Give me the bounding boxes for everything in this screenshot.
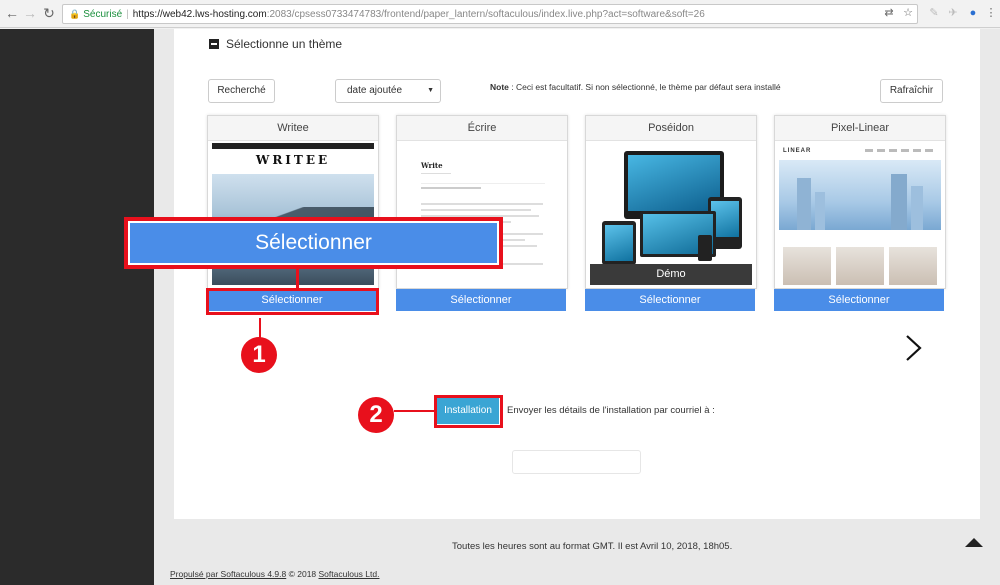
url-host: https://web42.lws-hosting.com	[132, 9, 267, 20]
footer-time: Toutes les heures sont au format GMT. Il…	[452, 541, 733, 552]
address-separator: |	[126, 9, 129, 20]
preview-logo: LINEAR	[783, 148, 812, 154]
install-button[interactable]: Installation	[437, 398, 499, 424]
email-label: Envoyer les détails de l'installation pa…	[507, 405, 715, 416]
preview-logo: Write	[421, 161, 443, 170]
preview-hero-image	[779, 160, 941, 230]
back-icon[interactable]: ←	[4, 5, 20, 21]
theme-card-title: Poséidon	[586, 116, 756, 141]
preview-nav	[421, 183, 545, 184]
preview-phone	[698, 235, 712, 261]
theme-preview-poseidon: Démo	[590, 143, 752, 285]
theme-card-poseidon[interactable]: Poséidon Démo	[585, 115, 757, 289]
theme-card-title: Écrire	[397, 116, 567, 141]
annotation-arrow-2	[394, 410, 434, 412]
url-path: :2083/cpsess0733474783/frontend/paper_la…	[266, 9, 705, 20]
annotation-connector	[296, 268, 299, 289]
annotation-callout-label: Sélectionner	[130, 223, 497, 263]
preview-building	[815, 192, 825, 230]
step-2-badge: 2	[358, 397, 394, 433]
theme-preview-pixel-linear: LINEAR	[779, 143, 941, 285]
refresh-button[interactable]: Rafraîchir	[880, 79, 943, 103]
collapse-icon	[209, 39, 219, 49]
reload-icon[interactable]: ↻	[41, 5, 57, 21]
extension-icon[interactable]: ✎	[927, 6, 941, 20]
preview-tablet	[602, 221, 636, 265]
forward-icon[interactable]: →	[22, 5, 38, 21]
preview-line	[421, 209, 531, 211]
select-ecrire-button[interactable]: Sélectionner	[396, 289, 566, 311]
address-bar[interactable]: 🔒 Sécurisé | https://web42.lws-hosting.com:…	[62, 4, 918, 24]
theme-card-title: Pixel-Linear	[775, 116, 945, 141]
softaculous-version-link[interactable]: Propulsé par Softaculous 4.9.8	[170, 569, 286, 579]
demo-link[interactable]: Démo	[590, 264, 752, 285]
note-body: : Ceci est facultatif. Si non sélectionn…	[508, 82, 781, 92]
email-field[interactable]	[512, 450, 641, 474]
preview-line	[421, 173, 451, 174]
preview-photo	[836, 247, 884, 285]
preview-logo: WRITEE	[255, 153, 331, 167]
search-button[interactable]: Recherché	[208, 79, 275, 103]
browser-toolbar: ← → ↻ 🔒 Sécurisé | https://web42.lws-hostin…	[0, 0, 1000, 28]
preview-photo	[783, 247, 831, 285]
preview-building	[797, 178, 811, 230]
select-poseidon-button[interactable]: Sélectionner	[585, 289, 755, 311]
annotation-highlight-select	[206, 288, 379, 315]
footer-copyright: Propulsé par Softaculous 4.9.8 © 2018 So…	[170, 569, 379, 579]
theme-section-heading[interactable]: Sélectionne un thème	[209, 37, 342, 51]
extension-icon-2[interactable]: ✈	[946, 6, 960, 20]
preview-strip	[779, 230, 941, 245]
sidebar	[0, 29, 154, 585]
select-pixel-linear-button[interactable]: Sélectionner	[774, 289, 944, 311]
preview-monitor-screen	[628, 155, 720, 211]
sort-select[interactable]: date ajoutée ▼	[335, 79, 441, 103]
secure-label: Sécurisé	[83, 9, 123, 20]
theme-card-pixel-linear[interactable]: Pixel-Linear LINEAR	[774, 115, 946, 289]
profile-icon[interactable]: ●	[966, 6, 980, 20]
preview-building	[891, 174, 907, 230]
copyright-text: © 2018	[286, 569, 319, 579]
softaculous-company-link[interactable]: Softaculous Ltd.	[319, 569, 380, 579]
preview-line	[421, 203, 543, 205]
lock-icon: 🔒	[69, 9, 81, 19]
caret-down-icon: ▼	[427, 87, 434, 94]
preview-building	[911, 186, 923, 230]
preview-photo	[889, 247, 937, 285]
sort-select-value: date ajoutée	[347, 85, 403, 96]
note-text: Note : Ceci est facultatif. Si non sélec…	[490, 82, 781, 92]
menu-icon[interactable]: ⋮	[984, 6, 998, 20]
step-1-badge: 1	[241, 337, 277, 373]
theme-section-title: Sélectionne un thème	[226, 37, 343, 51]
preview-tablet-screen	[605, 225, 633, 261]
preview-topbar	[212, 143, 374, 149]
scroll-top-icon[interactable]	[965, 538, 983, 547]
preview-nav	[865, 149, 935, 152]
annotation-callout: Sélectionner	[124, 217, 503, 269]
star-icon[interactable]: ☆	[901, 6, 915, 20]
translate-icon[interactable]: ⇄	[882, 6, 896, 20]
note-label: Note	[490, 82, 509, 92]
preview-line	[421, 187, 481, 189]
theme-card-title: Writee	[208, 116, 378, 141]
next-chevron-icon[interactable]	[898, 333, 928, 363]
